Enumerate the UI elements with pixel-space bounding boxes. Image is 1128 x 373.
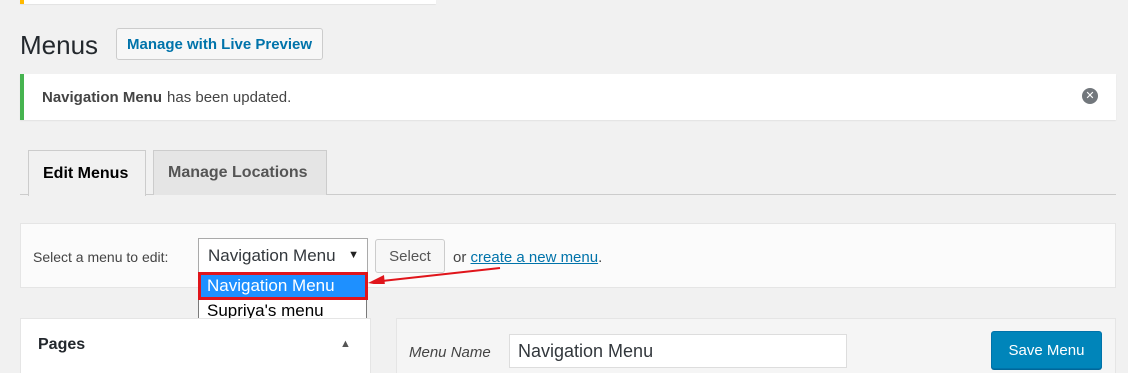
- select-menu-label: Select a menu to edit:: [33, 249, 169, 265]
- menu-name-label: Menu Name: [409, 344, 491, 361]
- annotation-highlight-box: [198, 272, 368, 300]
- menu-name-input[interactable]: [509, 334, 847, 368]
- chevron-down-icon: ▼: [348, 249, 359, 261]
- previous-notice-edge: [20, 0, 436, 4]
- notice-message: has been updated.: [167, 88, 292, 106]
- page-title: Menus: [20, 30, 99, 60]
- manage-live-preview-button[interactable]: Manage with Live Preview: [116, 28, 324, 60]
- close-circle-icon[interactable]: ✕: [1082, 88, 1098, 104]
- update-notice: Navigation Menu has been updated. ✕: [20, 74, 1116, 120]
- annotation-arrow-icon: [368, 267, 501, 284]
- notice-menu-name: Navigation Menu: [42, 88, 163, 106]
- tab-edit-menus[interactable]: Edit Menus: [28, 150, 146, 196]
- menu-select-value: Navigation Menu: [208, 246, 336, 265]
- save-menu-button[interactable]: Save Menu: [991, 331, 1102, 369]
- triangle-up-icon[interactable]: ▲: [340, 338, 351, 350]
- pages-panel-title[interactable]: Pages: [38, 336, 85, 354]
- tab-manage-locations[interactable]: Manage Locations: [153, 150, 327, 195]
- menus-page: Menus Manage with Live Preview Navigatio…: [0, 0, 1128, 373]
- period: .: [598, 249, 603, 266]
- menu-select[interactable]: Navigation Menu ▼: [198, 238, 368, 274]
